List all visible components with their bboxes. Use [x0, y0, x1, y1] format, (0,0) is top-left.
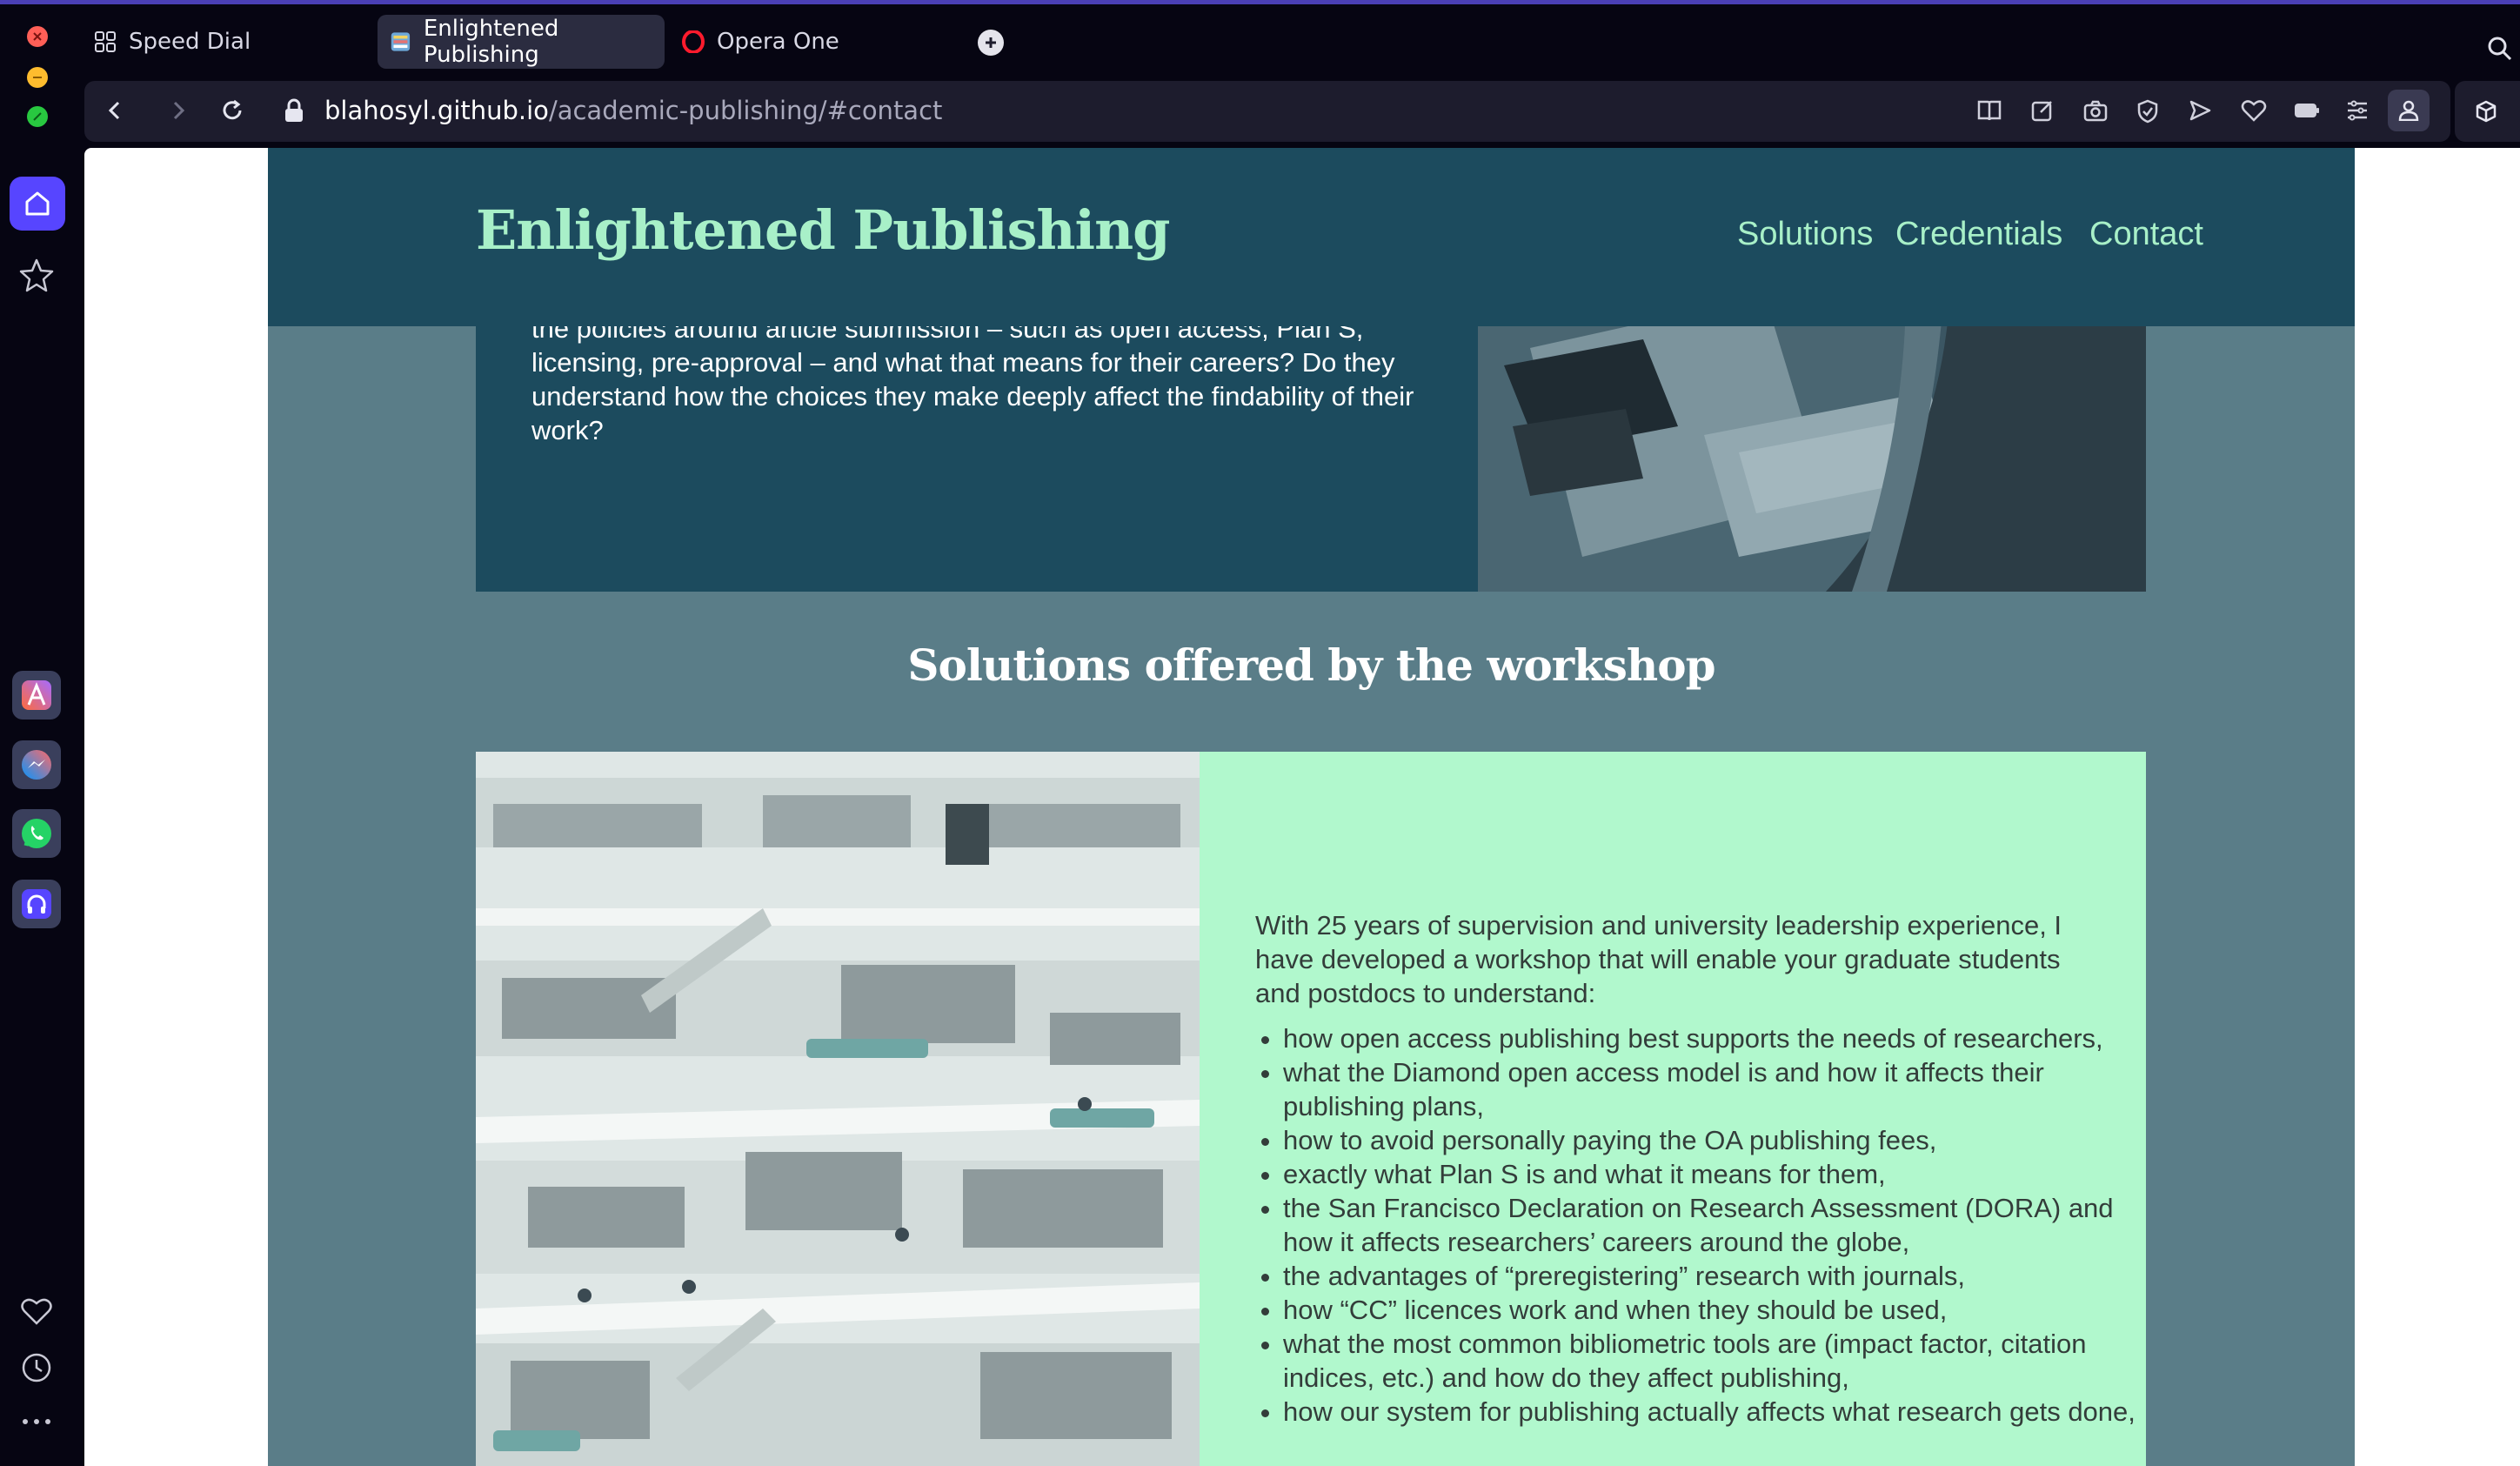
profile-button[interactable] — [2388, 90, 2430, 131]
window-top-accent — [0, 0, 2520, 4]
easy-setup-button[interactable] — [2345, 98, 2370, 123]
sidebar-music-player-button[interactable] — [12, 880, 61, 928]
heart-icon — [2241, 100, 2267, 122]
whatsapp-icon — [22, 819, 51, 848]
tab-speed-dial[interactable]: Speed Dial — [82, 15, 360, 69]
url-host: blahosyl.github.io — [324, 96, 549, 125]
tab-label: Enlightened Publishing — [423, 16, 559, 68]
battery-icon — [2295, 104, 2319, 117]
tab-enlightened-publishing[interactable]: Enlightened Publishing — [378, 15, 665, 69]
list-item: the advantages of “preregistering” resea… — [1283, 1259, 2136, 1293]
intro-line: understand how the choices they make dee… — [531, 381, 1414, 412]
tab-label: Speed Dial — [129, 29, 251, 55]
reader-mode-button[interactable] — [1976, 98, 2002, 123]
list-item: how “CC” licences work and when they sho… — [1283, 1293, 2136, 1327]
site-brand[interactable]: Enlightened Publishing — [476, 198, 1171, 262]
grid-icon — [95, 31, 116, 52]
battery-saver-button[interactable] — [2293, 98, 2321, 123]
nav-link-credentials[interactable]: Credentials — [1895, 216, 2062, 253]
extensions-button[interactable] — [2455, 81, 2520, 142]
chevron-right-icon — [173, 101, 185, 120]
intro-line: licensing, pre-approval – and what that … — [531, 347, 1395, 378]
site-container: the policies around article submission –… — [268, 148, 2355, 1466]
sidebar-pinboards-button[interactable] — [19, 258, 54, 292]
solutions-card: With 25 years of supervision and univers… — [1200, 752, 2146, 1466]
messenger-icon — [22, 750, 51, 780]
sidebar-whatsapp-button[interactable] — [12, 809, 61, 858]
sidebar-home-button[interactable] — [10, 177, 65, 231]
reload-button[interactable] — [220, 98, 244, 123]
list-item: what the most common bibliometric tools … — [1283, 1327, 2136, 1395]
site-favicon — [391, 32, 411, 51]
sidebar-messenger-button[interactable] — [12, 740, 61, 789]
solutions-intro: With 25 years of supervision and univers… — [1255, 910, 2062, 1008]
intro-text: the policies around article submission –… — [531, 311, 1436, 447]
edit-icon — [2031, 101, 2052, 122]
fullscreen-icon — [33, 112, 42, 121]
opera-logo-icon — [682, 30, 705, 53]
intro-line: work? — [531, 415, 604, 445]
star-icon — [19, 258, 54, 292]
send-icon — [2189, 100, 2211, 121]
solutions-list: how open access publishing best supports… — [1255, 1021, 2136, 1429]
page-viewport: the policies around article submission –… — [84, 148, 2520, 1466]
tracker-blocker-button[interactable] — [2136, 98, 2160, 124]
address-field[interactable]: blahosyl.github.io/academic-publishing/#… — [324, 96, 942, 125]
bookmarks-button[interactable] — [2241, 98, 2267, 123]
more-icon — [23, 1419, 50, 1424]
plus-icon — [986, 37, 996, 48]
tab-opera-one[interactable]: Opera One — [670, 15, 948, 69]
minimize-icon — [33, 77, 42, 78]
aria-icon — [22, 680, 51, 710]
close-icon — [33, 32, 42, 41]
settings-sliders-icon — [2348, 100, 2367, 121]
cube-icon — [2476, 100, 2497, 123]
search-icon — [2488, 37, 2512, 61]
snapshot-button[interactable] — [2082, 98, 2109, 123]
minimize-window-button[interactable] — [27, 67, 48, 88]
sidebar-history-button[interactable] — [20, 1351, 53, 1384]
user-icon — [2398, 100, 2419, 121]
heart-icon — [21, 1298, 52, 1325]
send-flow-button[interactable] — [2188, 98, 2212, 123]
shield-icon — [2137, 99, 2158, 124]
lock-icon[interactable] — [283, 97, 305, 124]
close-window-button[interactable] — [27, 26, 48, 47]
tab-label: Opera One — [717, 29, 839, 55]
chevron-left-icon — [108, 101, 120, 120]
section-title: Solutions offered by the workshop — [907, 639, 1715, 691]
url-path: /academic-publishing/#contact — [548, 96, 943, 125]
sidebar-aria-button[interactable] — [12, 671, 61, 720]
music-player-icon — [22, 889, 51, 919]
library-photo — [476, 752, 1200, 1466]
forward-button[interactable] — [166, 98, 191, 123]
sidebar-bookmarks-button[interactable] — [20, 1296, 53, 1326]
list-item: exactly what Plan S is and what it means… — [1283, 1157, 2136, 1191]
edit-page-button[interactable] — [2030, 98, 2055, 123]
list-item: the San Francisco Declaration on Researc… — [1283, 1191, 2136, 1259]
book-icon — [1977, 100, 2002, 121]
list-item: what the Diamond open access model is an… — [1283, 1055, 2136, 1123]
home-icon — [25, 191, 50, 216]
site-header: Enlightened Publishing Solutions Credent… — [268, 148, 2355, 326]
nav-link-contact[interactable]: Contact — [2089, 216, 2203, 253]
reload-icon — [223, 99, 242, 120]
list-item: how our system for publishing actually a… — [1283, 1395, 2136, 1429]
history-icon — [22, 1353, 51, 1382]
list-item: how open access publishing best supports… — [1283, 1021, 2136, 1055]
list-item: how to avoid personally paying the OA pu… — [1283, 1123, 2136, 1157]
sidebar-more-button[interactable] — [20, 1414, 53, 1429]
tab-search-button[interactable] — [2486, 35, 2512, 61]
nav-link-solutions[interactable]: Solutions — [1737, 216, 1873, 253]
camera-icon — [2083, 100, 2108, 122]
fullscreen-window-button[interactable] — [27, 106, 48, 127]
back-button[interactable] — [103, 98, 127, 123]
new-tab-button[interactable] — [978, 30, 1004, 56]
